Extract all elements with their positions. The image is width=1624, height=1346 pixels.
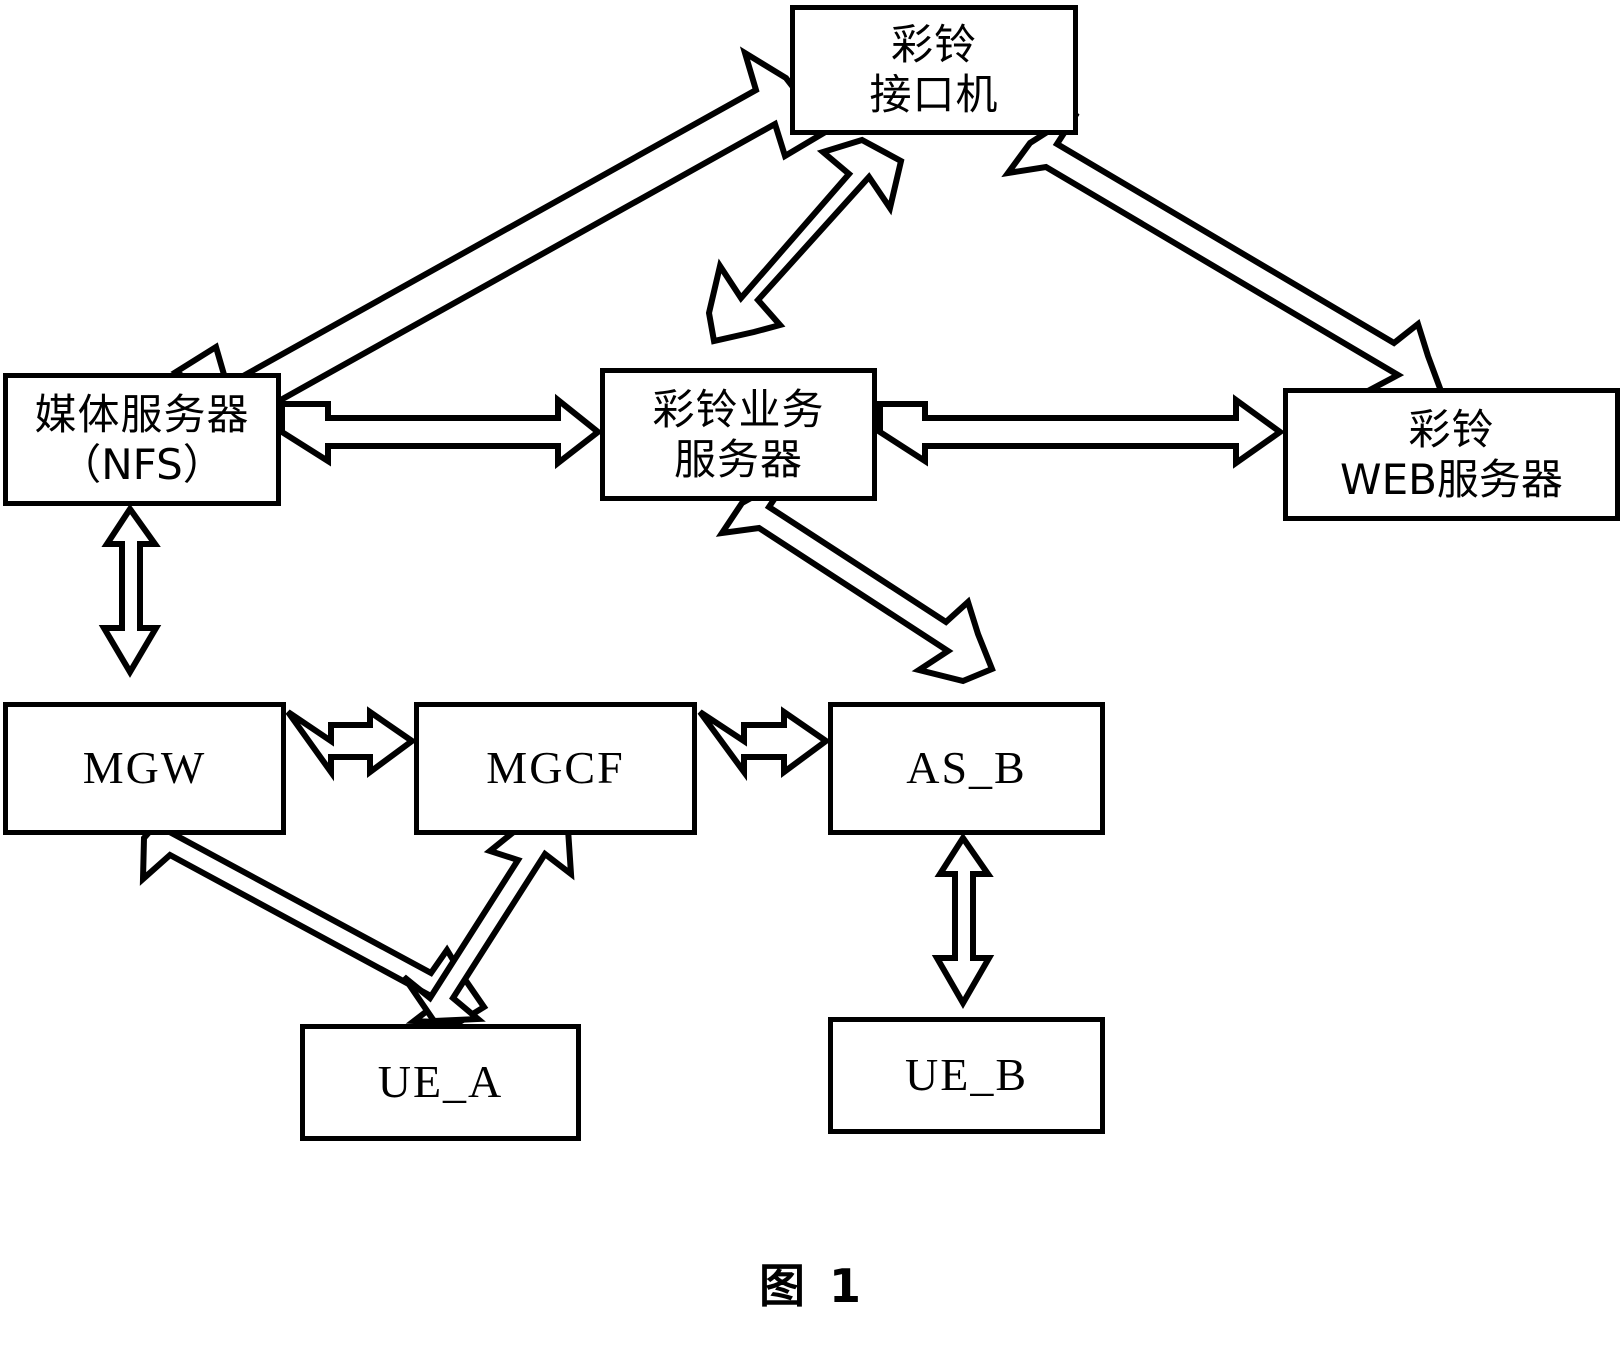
node-as-b[interactable]: AS_B [828,702,1105,835]
node-label-line-2: 接口机 [869,70,999,119]
node-label-line-2: 服务器 [673,434,803,484]
connector-service-web [877,394,1286,469]
node-mgw[interactable]: MGW [3,702,286,835]
connector-media-mgw [98,503,162,678]
figure-caption: 图 1 [758,1259,866,1313]
connector-mgw-mgcf [285,706,418,782]
connector-media-service [279,393,603,470]
node-label-line-2: WEB服务器 [1340,454,1563,504]
node-label-line-2: （NFS） [59,439,225,489]
node-label: AS_B [906,742,1027,794]
connection-layer [98,46,1445,1027]
node-crbt-service-server[interactable]: 彩铃业务 服务器 [600,368,877,501]
connector-service-asb [715,474,996,685]
connector-interface-service [705,136,905,345]
node-label: UE_A [377,1056,504,1108]
node-label-line-1: 媒体服务器 [34,389,250,439]
node-label-line-1: 彩铃 [890,20,977,70]
node-label: MGCF [486,742,625,794]
node-mgcf[interactable]: MGCF [414,702,697,835]
node-crbt-web-server[interactable]: 彩铃 WEB服务器 [1283,388,1620,521]
node-label: MGW [82,742,207,794]
connector-interface-web [1001,110,1445,408]
node-ue-b[interactable]: UE_B [828,1017,1105,1134]
node-ue-a[interactable]: UE_A [300,1024,581,1141]
node-media-server[interactable]: 媒体服务器 （NFS） [3,373,281,506]
node-label-line-1: 彩铃业务 [652,384,825,434]
connector-mgcf-asb [697,706,832,782]
figure-canvas: 彩铃 接口机 媒体服务器 （NFS） 彩铃业务 服务器 彩铃 WEB服务器 MG… [0,0,1624,1346]
connector-asb-ueb [931,832,995,1009]
node-label-line-1: 彩铃 [1408,404,1495,454]
node-crbt-interface-machine[interactable]: 彩铃 接口机 [790,5,1078,135]
node-label: UE_B [905,1049,1028,1101]
